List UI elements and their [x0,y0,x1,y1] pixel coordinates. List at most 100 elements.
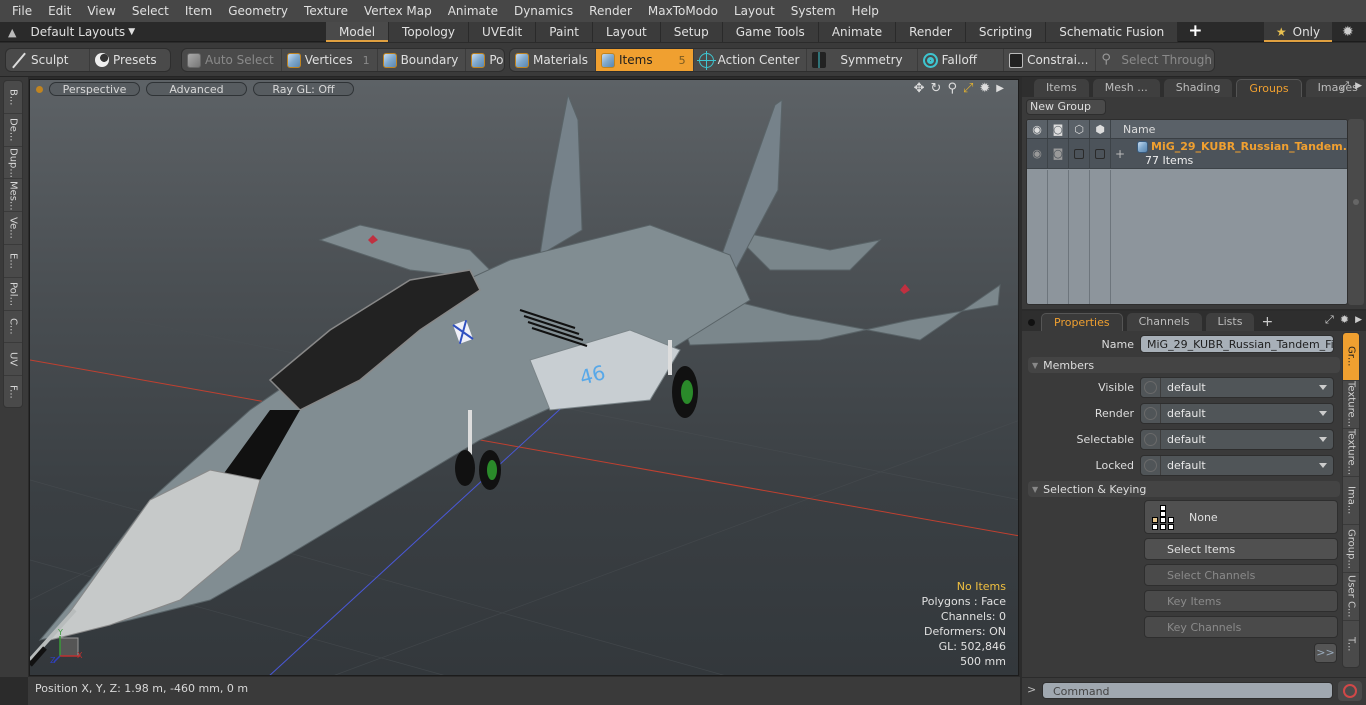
layout-tab-model[interactable]: Model [326,22,390,42]
radio-icon[interactable] [1144,458,1157,472]
expand-arrow-icon[interactable]: ▶ [996,81,1004,97]
tab-groups[interactable]: Groups [1236,79,1302,97]
left-tab[interactable]: B... [4,81,22,114]
more-button[interactable]: >> [1314,643,1337,663]
materials-button[interactable]: Materials [510,49,597,71]
layouts-dropdown[interactable]: ▲ Default Layouts ▼ [8,22,135,42]
menu-vertex-map[interactable]: Vertex Map [356,0,440,22]
side-tab[interactable]: Ima... [1343,477,1359,525]
lock-toggle[interactable] [1069,139,1090,168]
arrow-right-icon[interactable]: ▶ [1355,313,1362,327]
tab-shading[interactable]: Shading [1163,79,1233,97]
side-tab[interactable]: User C... [1343,573,1359,621]
menu-animate[interactable]: Animate [440,0,506,22]
menu-maxtomodo[interactable]: MaxToModo [640,0,726,22]
vertices-button[interactable]: Vertices 1 [282,49,378,71]
none-hierarchy-button[interactable]: None [1144,500,1338,534]
lock-col-icon[interactable]: ⬡ [1069,120,1090,138]
falloff-button[interactable]: Falloff [918,49,1005,71]
collapse-up-icon[interactable]: ▲ [8,26,16,39]
layout-tab-uvedit[interactable]: UVEdit [469,22,537,42]
expand-icon[interactable]: ⤢ [1325,313,1334,327]
tab-mesh[interactable]: Mesh ... [1092,79,1160,97]
menu-geometry[interactable]: Geometry [220,0,296,22]
side-tab[interactable]: Gr... [1343,333,1359,381]
menu-layout[interactable]: Layout [726,0,783,22]
rotate-icon[interactable]: ↻ [931,81,942,97]
menu-texture[interactable]: Texture [296,0,356,22]
menu-select[interactable]: Select [124,0,177,22]
visibility-col-icon[interactable]: ◉ [1027,120,1048,138]
select-col-icon[interactable]: ⬢ [1090,120,1111,138]
view-mode-button[interactable]: Perspective [49,82,140,96]
layout-tab-paint[interactable]: Paint [536,22,593,42]
left-tab[interactable]: UV [4,343,22,377]
key-channels-button[interactable]: Key Channels [1144,616,1338,638]
radio-icon[interactable] [1144,406,1157,420]
left-tab[interactable]: Mes... [4,179,22,213]
layout-tab-animate[interactable]: Animate [818,22,897,42]
arrow-right-icon[interactable]: ▶ [1355,79,1362,93]
selectable-select[interactable]: default [1140,428,1334,450]
key-items-button[interactable]: Key Items [1144,590,1338,612]
layout-tab-render[interactable]: Render [896,22,966,42]
constraints-button[interactable]: Constrai... [1004,49,1097,71]
select-channels-button[interactable]: Select Channels [1144,564,1338,586]
left-tab[interactable]: Pol... [4,278,22,311]
auto-select-button[interactable]: Auto Select [182,49,282,71]
viewport-menu-dot[interactable] [36,85,43,93]
layout-tab-schematic-fusion[interactable]: Schematic Fusion [1046,22,1179,42]
layout-tab-layout[interactable]: Layout [592,22,661,42]
render-select[interactable]: default [1140,402,1334,424]
selection-keying-section[interactable]: ▼ Selection & Keying [1028,481,1340,497]
name-input[interactable]: MiG_29_KUBR_Russian_Tandem_Fighter [1140,335,1334,353]
menu-help[interactable]: Help [844,0,887,22]
side-tab[interactable]: Texture... [1343,429,1359,477]
groups-scrollbar[interactable] [1348,119,1364,305]
layout-tab-topology[interactable]: Topology [389,22,470,42]
left-tab[interactable]: F... [4,376,22,409]
menu-edit[interactable]: Edit [40,0,79,22]
maximize-icon[interactable]: ⤢ [963,81,973,97]
left-tab[interactable]: C... [4,311,22,344]
visible-select[interactable]: default [1140,376,1334,398]
raygl-button[interactable]: Ray GL: Off [253,82,354,96]
command-input[interactable]: Command [1042,682,1333,699]
layout-tab-setup[interactable]: Setup [660,22,723,42]
sculpt-button[interactable]: Sculpt [6,49,90,71]
locked-select[interactable]: default [1140,454,1334,476]
3d-viewport[interactable]: 46 X Y Z Perspective Advanced Ray GL: Of… [29,79,1019,676]
gear-icon[interactable]: ✹ [1340,313,1349,327]
add-layout-tab-button[interactable]: + [1178,22,1212,42]
side-tab[interactable]: T... [1343,621,1359,667]
zoom-icon[interactable]: ⚲ [947,81,957,97]
pan-icon[interactable]: ✥ [914,81,925,97]
viewport-gear-icon[interactable]: ✹ [979,81,990,97]
render-toggle[interactable]: ◙ [1048,139,1069,168]
left-tab[interactable]: Dup... [4,147,22,180]
gear-icon[interactable]: ✹ [1342,24,1354,40]
left-tab[interactable]: E... [4,245,22,278]
name-column-header[interactable]: Name [1111,123,1155,136]
only-toggle[interactable]: ★ Only [1264,22,1332,42]
expand-icon[interactable]: ⤢ [1340,79,1349,93]
tab-items[interactable]: Items [1034,79,1089,97]
visibility-toggle[interactable]: ◉ [1027,139,1048,168]
left-tab[interactable]: De... [4,114,22,147]
layout-tab-game-tools[interactable]: Game Tools [722,22,819,42]
members-section[interactable]: ▼ Members [1028,357,1340,373]
action-center-button[interactable]: Action Center [694,49,808,71]
select-items-button[interactable]: Select Items [1144,538,1338,560]
add-tab-button[interactable]: + [1258,313,1276,331]
symmetry-button[interactable]: Symmetry [807,49,918,71]
menu-dynamics[interactable]: Dynamics [506,0,581,22]
group-row[interactable]: ◉ ◙ + MiG_29_KUBR_Russian_Tandem... 77 I… [1027,139,1347,169]
boundary-button[interactable]: Boundary [378,49,467,71]
items-button[interactable]: Items 5 [596,49,694,71]
side-tab[interactable]: Texture... [1343,381,1359,429]
radio-icon[interactable] [1144,380,1157,394]
new-group-button[interactable]: New Group [1026,99,1106,115]
left-tab[interactable]: Ve... [4,212,22,245]
side-tab[interactable]: Group... [1343,525,1359,573]
menu-render[interactable]: Render [581,0,640,22]
